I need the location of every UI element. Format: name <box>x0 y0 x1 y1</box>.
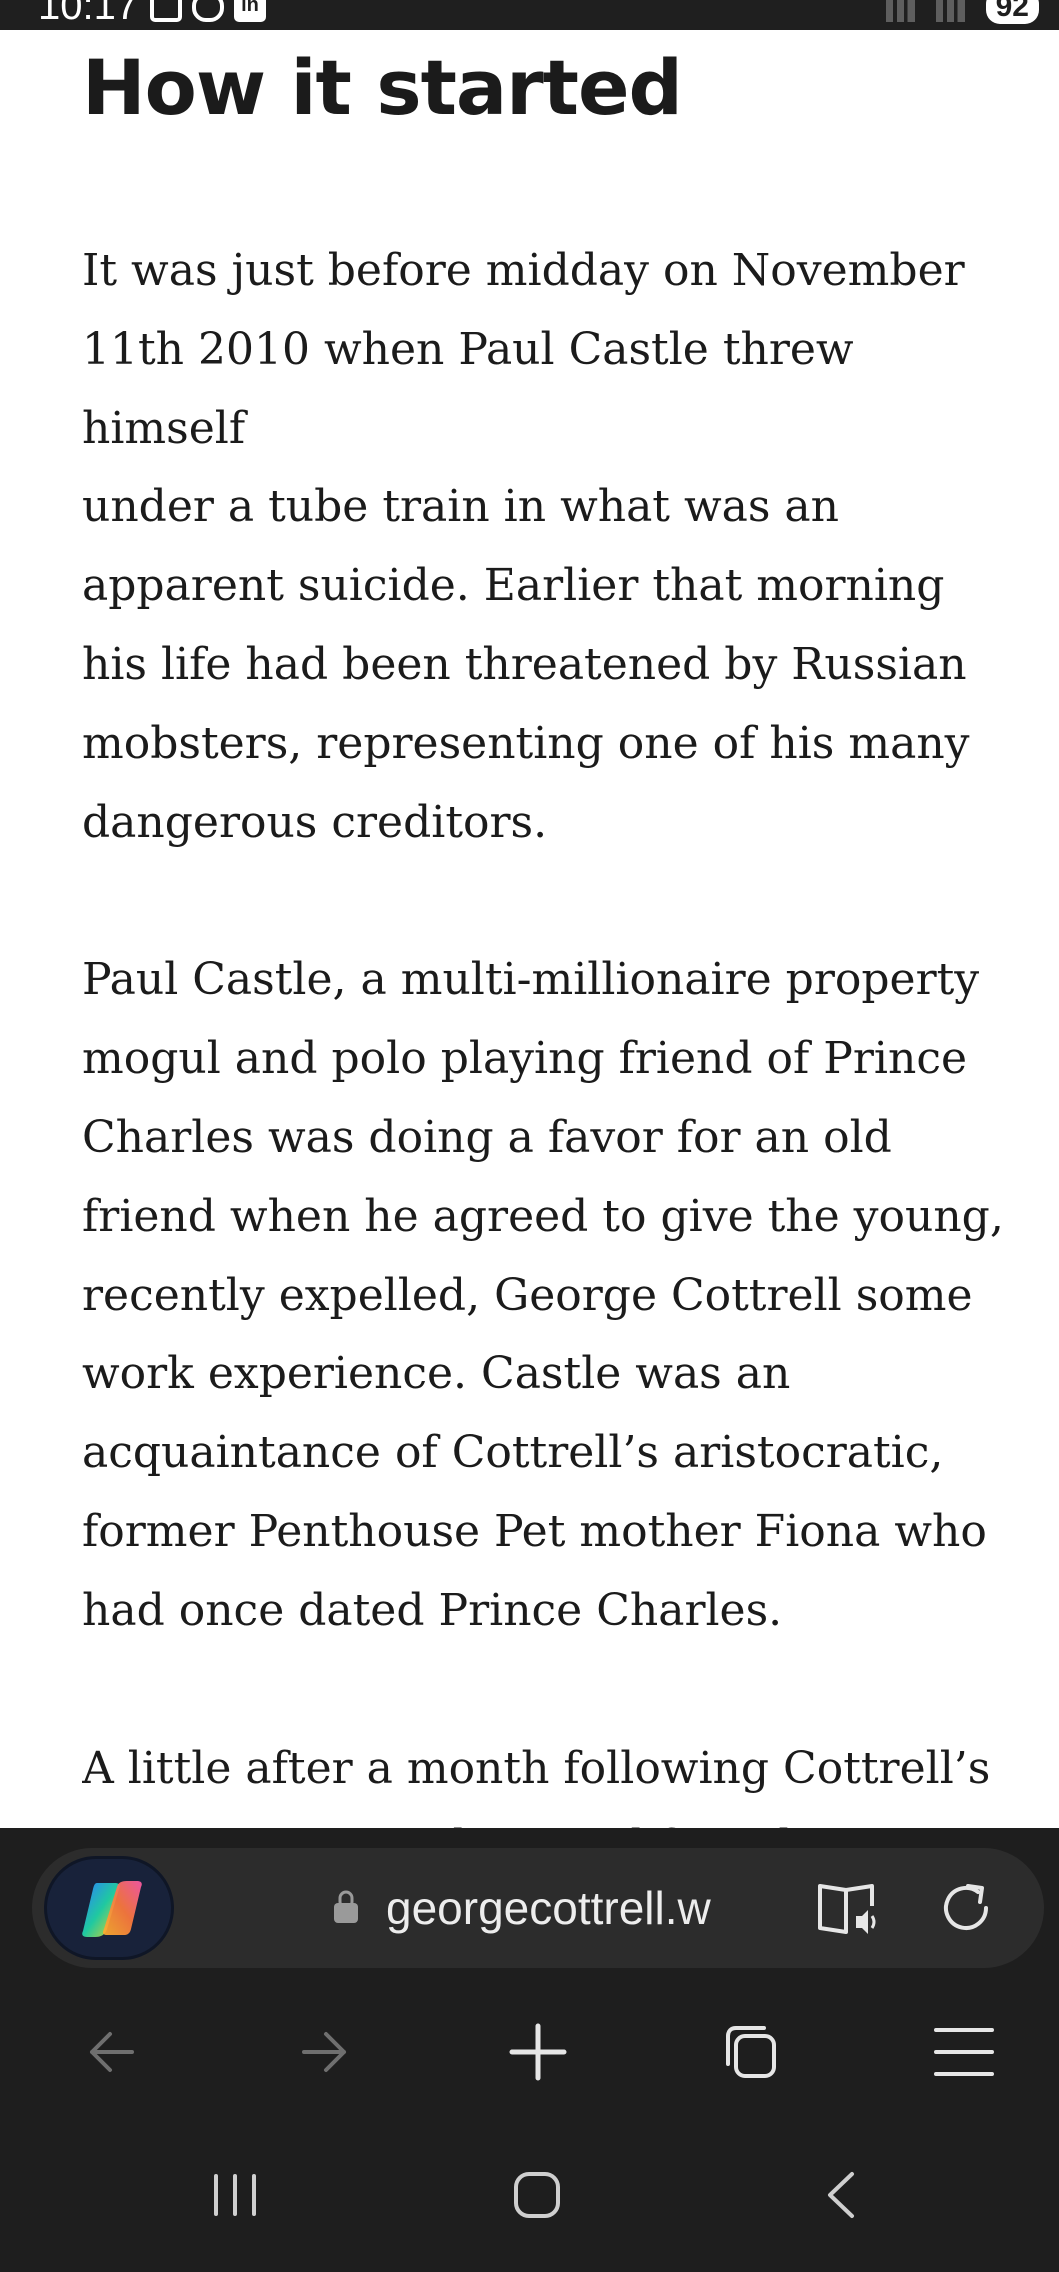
wifi-icon <box>885 0 922 22</box>
url-display[interactable]: georgecottrell.w <box>386 1880 711 1936</box>
article-paragraph: Paul Castle, a multi-millionaire propert… <box>82 954 1004 1636</box>
article-content: How it started It was just before midday… <box>82 30 1012 1828</box>
new-tab-button[interactable] <box>486 2000 590 2104</box>
address-bar[interactable]: georgecottrell.w <box>32 1848 1044 1968</box>
tabs-icon <box>726 2026 776 2078</box>
system-back-icon <box>828 2172 854 2218</box>
plus-icon <box>509 2023 567 2081</box>
back-button[interactable] <box>60 2000 164 2104</box>
system-status-icons: 92 <box>885 0 1039 24</box>
copilot-icon <box>82 1881 142 1937</box>
forward-arrow-icon <box>302 2032 346 2072</box>
copilot-button[interactable] <box>44 1856 174 1960</box>
recents-icon <box>214 2174 256 2216</box>
battery-indicator: 92 <box>985 0 1039 24</box>
browser-nav-bar <box>0 2000 1059 2104</box>
hamburger-menu-icon <box>934 2028 994 2076</box>
recents-button[interactable] <box>180 2140 290 2250</box>
status-time: 10:17 <box>38 0 139 28</box>
home-icon <box>514 2172 560 2218</box>
notification-icons: in <box>150 0 266 22</box>
system-nav-bar <box>0 2140 1059 2250</box>
forward-button[interactable] <box>272 2000 376 2104</box>
menu-button[interactable] <box>912 2000 1016 2104</box>
refresh-icon[interactable] <box>936 1878 996 1938</box>
lock-icon <box>334 1890 358 1923</box>
linkedin-icon: in <box>234 0 266 22</box>
cloud-icon <box>192 0 224 22</box>
page-title: How it started <box>82 43 683 132</box>
system-back-button[interactable] <box>786 2140 896 2250</box>
tabs-button[interactable] <box>700 2000 804 2104</box>
back-arrow-icon <box>90 2032 134 2072</box>
cellular-signal-icon <box>935 0 972 22</box>
home-button[interactable] <box>482 2140 592 2250</box>
status-bar: 10:17 in 92 <box>0 0 1059 30</box>
screenshot-icon <box>150 0 182 22</box>
reader-mode-icon[interactable] <box>816 1878 880 1938</box>
article-paragraph: A little after a month following Cottrel… <box>82 1742 991 1828</box>
browser-toolbar: georgecottrell.w <box>0 1828 1059 2272</box>
article-paragraph: It was just before midday on November 11… <box>82 245 970 848</box>
